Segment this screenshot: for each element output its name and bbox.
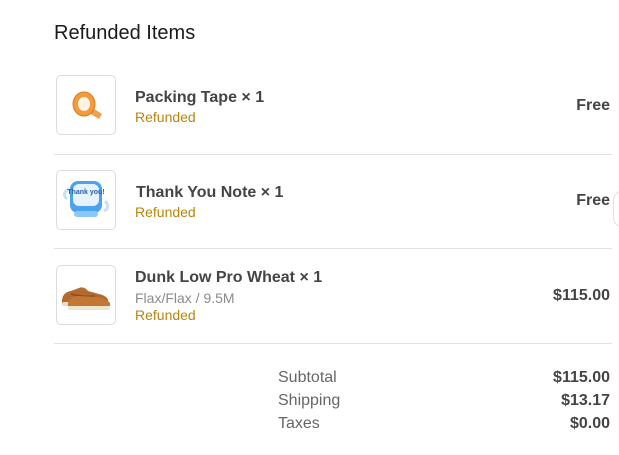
product-thumbnail: Thank you! [56, 170, 116, 230]
sneaker-icon [62, 287, 110, 310]
item-status: Refunded [135, 204, 196, 220]
item-price: $115.00 [553, 287, 610, 304]
card-text: Thank you! [67, 189, 104, 196]
thank-you-card-icon: Thank you! [62, 181, 110, 217]
product-thumbnail [56, 265, 116, 325]
refunded-item-thank-you-note: Thank you! Thank You Note × 1 Refunded F… [54, 154, 612, 249]
item-status: Refunded [135, 109, 196, 125]
refunded-item-packing-tape: Packing Tape × 1 Refunded Free [54, 60, 612, 155]
taxes-value: $0.00 [569, 415, 610, 432]
shipping-value: $13.17 [561, 392, 610, 409]
refunded-item-dunk-low: Dunk Low Pro Wheat × 1 Flax/Flax / 9.5M … [54, 249, 612, 344]
item-price: Free [576, 97, 610, 114]
taxes-label: Taxes [278, 415, 320, 432]
shipping-label: Shipping [278, 392, 341, 409]
packing-tape-icon [72, 91, 102, 119]
item-status: Refunded [135, 307, 196, 323]
section-title: Refunded Items [54, 22, 196, 44]
product-thumbnail [56, 75, 116, 135]
subtotal-label: Subtotal [278, 369, 337, 386]
item-name: Dunk Low Pro Wheat × 1 [135, 269, 323, 286]
carousel-next-button[interactable] [613, 190, 619, 228]
item-name: Thank You Note × 1 [136, 184, 284, 201]
subtotal-value: $115.00 [553, 369, 610, 386]
item-price: Free [576, 192, 610, 209]
item-name: Packing Tape × 1 [135, 89, 265, 106]
item-variant: Flax/Flax / 9.5M [135, 290, 235, 306]
